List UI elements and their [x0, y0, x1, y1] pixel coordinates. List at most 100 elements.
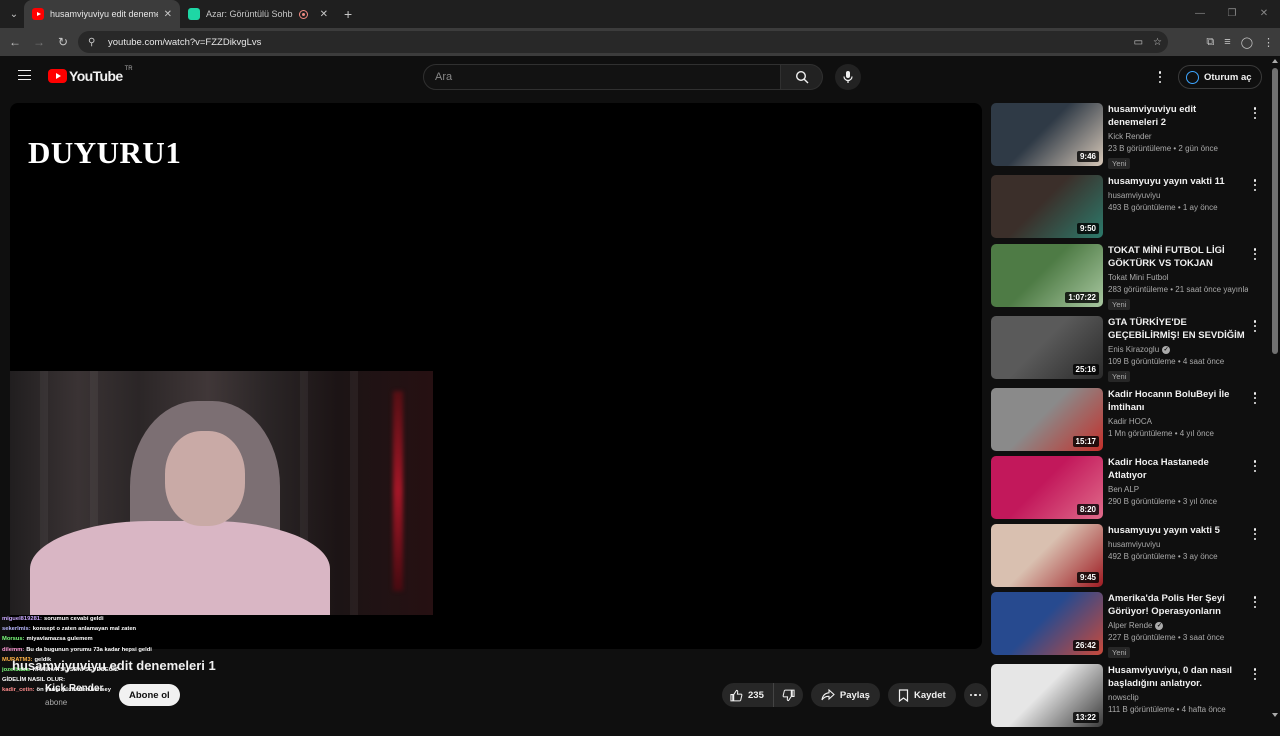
related-channel-name: husamviyuviyu: [1108, 191, 1161, 200]
share-button[interactable]: Paylaş: [810, 683, 880, 707]
scroll-down-icon[interactable]: [1272, 713, 1278, 717]
related-video-item[interactable]: 15:17 Kadir Hocanın BoluBeyi İle İmtihanı…: [991, 388, 1266, 460]
related-video-item[interactable]: 9:46 husamviyuviyu edit denemeleri 2 Kick …: [991, 103, 1266, 175]
video-menu-button[interactable]: [1252, 179, 1258, 191]
video-menu-button[interactable]: [1252, 668, 1258, 680]
video-menu-button[interactable]: [1252, 320, 1258, 332]
new-tab-button[interactable]: +: [344, 6, 352, 22]
video-menu-button[interactable]: [1252, 528, 1258, 540]
related-video-stats: 227 B görüntüleme • 3 saat önce: [1108, 633, 1225, 642]
youtube-favicon-icon: [32, 8, 44, 20]
related-video-item[interactable]: 8:20 Kadir Hoca Hastanede Atlatıyor Ben AL…: [991, 456, 1266, 528]
related-video-title[interactable]: Husamviyuviyu, 0 dan nasıl başladığını a…: [1108, 664, 1248, 690]
related-channel[interactable]: Alper Rende ✓: [1108, 621, 1248, 630]
video-thumbnail[interactable]: 1:07:22: [991, 244, 1103, 307]
youtube-logo[interactable]: YouTube TR: [48, 66, 133, 84]
related-channel[interactable]: nowsclip: [1108, 693, 1248, 702]
tab-search-button[interactable]: ⌄: [4, 4, 24, 24]
video-thumbnail[interactable]: 13:22: [991, 664, 1103, 727]
video-menu-button[interactable]: [1252, 596, 1258, 608]
related-video-title[interactable]: husamyuyu yayın vakti 5: [1108, 524, 1248, 537]
new-badge: Yeni: [1108, 371, 1131, 382]
reload-icon[interactable]: ↻: [51, 35, 75, 49]
video-thumbnail[interactable]: 26:42: [991, 592, 1103, 655]
browser-menu-icon[interactable]: ⋮: [1263, 36, 1274, 49]
related-video-title[interactable]: Amerika'da Polis Her Şeyi Görüyor! Opera…: [1108, 592, 1248, 618]
video-meta: Husamviyuviyu, 0 dan nasıl başladığını a…: [1108, 664, 1248, 714]
video-thumbnail[interactable]: 8:20: [991, 456, 1103, 519]
browser-toolbar: ← → ↻ ⚲ youtube.com/watch?v=FZZDikvgLvs …: [0, 28, 1280, 56]
close-tab-icon[interactable]: ✕: [320, 9, 328, 20]
search-input[interactable]: [423, 64, 781, 90]
chat-text: sorumun cevabi geldi: [43, 616, 104, 622]
video-player[interactable]: DUYURU1: [10, 103, 982, 649]
dislike-button[interactable]: [774, 683, 803, 707]
sign-in-button[interactable]: Oturum aç: [1178, 65, 1262, 89]
close-window-icon[interactable]: ✕: [1248, 0, 1280, 28]
video-menu-button[interactable]: [1252, 248, 1258, 260]
related-video-title[interactable]: Kadir Hocanın BoluBeyi İle İmtihanı: [1108, 388, 1248, 414]
site-info-icon[interactable]: ⚲: [88, 37, 104, 48]
video-menu-button[interactable]: [1252, 460, 1258, 472]
scroll-up-icon[interactable]: [1272, 59, 1278, 63]
video-menu-button[interactable]: [1252, 107, 1258, 119]
more-actions-button[interactable]: [963, 683, 988, 707]
sign-in-label: Oturum aç: [1204, 71, 1252, 83]
related-video-item[interactable]: 26:42 Amerika'da Polis Her Şeyi Görüyor! …: [991, 592, 1266, 664]
related-video-item[interactable]: 25:16 GTA TÜRKİYE'DE GEÇEBİLİRMİŞ! EN SEV…: [991, 316, 1266, 388]
extensions-icon[interactable]: ⧉: [1206, 36, 1214, 49]
video-actions: 235 Paylaş Kaydet: [722, 683, 988, 707]
related-channel[interactable]: Kadir HOCA: [1108, 417, 1248, 426]
like-button[interactable]: 235: [722, 683, 774, 707]
forward-arrow-icon[interactable]: →: [27, 35, 51, 49]
restore-icon[interactable]: ❐: [1216, 0, 1248, 28]
related-video-title[interactable]: TOKAT MİNİ FUTBOL LİGİ GÖKTÜRK VS TOKJAN: [1108, 244, 1248, 270]
video-thumbnail[interactable]: 9:46: [991, 103, 1103, 166]
share-label: Paylaş: [839, 689, 870, 701]
related-video-item[interactable]: 13:22 Husamviyuviyu, 0 dan nasıl başladığ…: [991, 664, 1266, 736]
tab-youtube[interactable]: husamviyuviyu edit denemeleri 1 ✕: [24, 0, 180, 28]
related-video-stats: 290 B görüntüleme • 3 yıl önce: [1108, 497, 1218, 506]
related-channel[interactable]: Ben ALP: [1108, 485, 1248, 494]
subscribe-button[interactable]: Abone ol: [119, 684, 180, 706]
related-channel-name: Ben ALP: [1108, 485, 1140, 494]
country-code: TR: [124, 66, 133, 72]
profile-icon[interactable]: ◯: [1241, 36, 1253, 49]
hamburger-menu-icon[interactable]: [18, 70, 31, 80]
related-video-item[interactable]: 9:50 husamyuyu yayın vakti 11 husamviyuviy…: [991, 175, 1266, 247]
related-channel[interactable]: husamviyuviyu: [1108, 191, 1248, 200]
related-video-item[interactable]: 9:45 husamyuyu yayın vakti 5 husamviyuviyu…: [991, 524, 1266, 596]
address-bar[interactable]: ⚲ youtube.com/watch?v=FZZDikvgLvs ▭ ☆: [78, 31, 1168, 53]
related-channel[interactable]: husamviyuviyu: [1108, 540, 1248, 549]
voice-search-button[interactable]: [835, 64, 861, 90]
video-thumbnail[interactable]: 9:45: [991, 524, 1103, 587]
thumbs-down-icon: [782, 689, 795, 701]
video-thumbnail[interactable]: 25:16: [991, 316, 1103, 379]
chat-text: Bu da bugunun yorumu 73a kadar hepsi gel…: [26, 646, 152, 653]
related-channel[interactable]: Enis Kirazoglu ✓: [1108, 345, 1248, 354]
save-button[interactable]: Kaydet: [887, 683, 956, 707]
back-arrow-icon[interactable]: ←: [3, 35, 27, 49]
video-thumbnail[interactable]: 9:50: [991, 175, 1103, 238]
related-video-title[interactable]: husamyuyu yayın vakti 11: [1108, 175, 1248, 188]
page-scrollbar[interactable]: [1270, 56, 1280, 720]
search-button[interactable]: [781, 64, 823, 90]
video-meta: husamviyuviyu edit denemeleri 2 Kick Rend…: [1108, 103, 1248, 171]
settings-menu-button[interactable]: [1154, 69, 1166, 85]
reading-list-icon[interactable]: ≡: [1224, 36, 1230, 48]
close-tab-icon[interactable]: ✕: [164, 9, 172, 20]
related-channel[interactable]: Kick Render: [1108, 132, 1248, 141]
minimize-icon[interactable]: —: [1184, 0, 1216, 28]
related-video-title[interactable]: GTA TÜRKİYE'DE GEÇEBİLİRMİŞ! EN SEVDİĞİM…: [1108, 316, 1248, 342]
related-video-title[interactable]: husamviyuviyu edit denemeleri 2: [1108, 103, 1248, 129]
tab-azar[interactable]: Azar: Görüntülü Sohbet & Yeni ✕: [180, 0, 336, 28]
cast-icon[interactable]: ▭: [1134, 37, 1143, 48]
video-thumbnail[interactable]: 15:17: [991, 388, 1103, 451]
scrollbar-thumb[interactable]: [1272, 68, 1278, 354]
related-channel[interactable]: Tokat Mini Futbol: [1108, 273, 1248, 282]
related-video-item[interactable]: 1:07:22 TOKAT MİNİ FUTBOL LİGİ GÖKTÜRK VS…: [991, 244, 1266, 316]
related-video-title[interactable]: Kadir Hoca Hastanede Atlatıyor: [1108, 456, 1248, 482]
video-menu-button[interactable]: [1252, 392, 1258, 404]
channel-name[interactable]: Kick Render: [45, 683, 103, 694]
bookmark-star-icon[interactable]: ☆: [1153, 37, 1162, 48]
